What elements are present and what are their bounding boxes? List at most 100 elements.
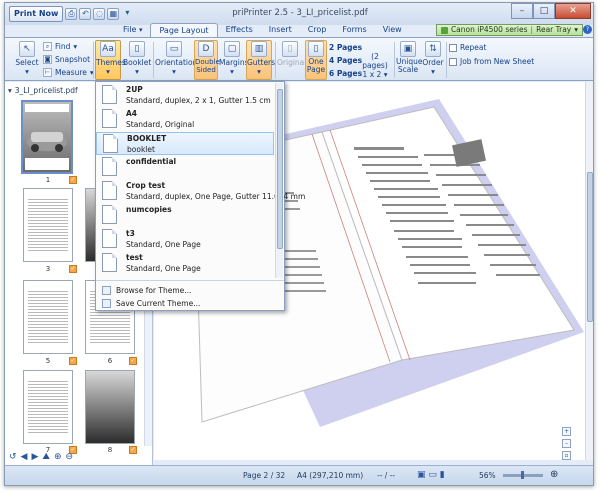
margins-label: Margins: [219, 58, 249, 67]
theme-name: numcopies: [126, 205, 172, 214]
tab-page-layout[interactable]: Page Layout: [150, 23, 218, 37]
theme-item-selected[interactable]: BOOKLET booklet: [96, 132, 274, 155]
themes-button[interactable]: Aa Themes ▾: [95, 40, 126, 80]
margins-icon: ▢: [224, 41, 240, 57]
page-icon: [102, 85, 117, 104]
page-thumbnail[interactable]: [23, 370, 73, 444]
chevron-down-icon: ▾: [230, 67, 234, 76]
mountain-icon[interactable]: ⛰: [42, 452, 50, 462]
theme-name: t3: [126, 229, 135, 238]
tab-crop[interactable]: Crop: [300, 23, 335, 37]
forward-icon[interactable]: ▶: [31, 452, 38, 462]
gutters-icon: ▥: [251, 41, 267, 57]
scrollbar-thumb[interactable]: [587, 172, 593, 322]
printer-icon[interactable]: ⎙: [65, 8, 78, 20]
page-thumbnail[interactable]: [23, 188, 73, 262]
app-window: Print Now ⎙ ↶ ◌ ▦ ▾ priPrinter 2.5 - 3_L…: [4, 2, 594, 486]
double-sided-button[interactable]: D Double Sided: [194, 40, 220, 80]
tab-file[interactable]: File ▾: [115, 23, 150, 37]
theme-description: booklet: [127, 145, 155, 154]
checkmark-icon[interactable]: ✓: [69, 265, 77, 273]
fit-icon[interactable]: ▫: [562, 451, 571, 460]
view-mode-icons[interactable]: ▣ ▭ ▮: [417, 470, 445, 480]
order-button[interactable]: ⇅ Order ▾: [422, 41, 444, 79]
multi-pages-dropdown[interactable]: (2 pages) 1 x 2 ▾: [358, 52, 392, 79]
page-thumbnail[interactable]: [85, 370, 135, 444]
theme-item[interactable]: t3 Standard, One Page: [96, 228, 274, 251]
grid-icon[interactable]: ▦: [107, 8, 120, 20]
page-icon: [103, 134, 118, 153]
checkmark-icon[interactable]: ✓: [129, 357, 137, 365]
orientation-button[interactable]: ▭ Orientation ▾: [155, 41, 197, 79]
page-thumbnail[interactable]: [23, 280, 73, 354]
unique-scale-button[interactable]: ▣ Unique Scale: [396, 41, 422, 79]
original-button[interactable]: ▯ Original: [277, 41, 307, 79]
browse-theme-button[interactable]: Browse for Theme...: [102, 286, 191, 295]
preview-scrollbar[interactable]: [585, 82, 593, 460]
zoom-out-icon[interactable]: ⊖: [66, 452, 74, 462]
print-now-button[interactable]: Print Now: [9, 6, 64, 22]
zoom-out-icon[interactable]: –: [562, 439, 571, 448]
page-number: 3: [45, 265, 51, 273]
theme-item[interactable]: A4 Standard, Original: [96, 108, 274, 131]
gutters-button[interactable]: ▥ Gutters ▾: [246, 40, 275, 80]
file-node[interactable]: ▾ 3_LI_pricelist.pdf: [8, 86, 78, 95]
printer-tray: Rear Tray: [536, 25, 572, 34]
rotate-icon[interactable]: ↺: [9, 452, 17, 462]
close-button[interactable]: ✕: [555, 3, 591, 19]
theme-item[interactable]: test Standard, One Page: [96, 252, 274, 275]
job-from-new-sheet-checkbox[interactable]: Job from New Sheet: [449, 57, 534, 66]
theme-item[interactable]: 2UP Standard, duplex, 2 x 1, Gutter 1.5 …: [96, 84, 274, 107]
back-icon[interactable]: ◀: [21, 452, 28, 462]
order-label: Order: [422, 58, 444, 67]
customize-qat-icon[interactable]: ▾: [121, 8, 133, 20]
select-button[interactable]: ↖ Select ▾: [15, 41, 39, 79]
zoom-controls: + – ▫: [562, 427, 571, 460]
snapshot-button[interactable]: ◙ Snapshot: [43, 55, 90, 64]
checkmark-icon[interactable]: ✓: [129, 446, 137, 454]
tab-view[interactable]: View: [375, 23, 410, 37]
theme-name: confidential: [126, 157, 177, 166]
page-thumbnail[interactable]: [21, 100, 73, 174]
minimize-button[interactable]: –: [511, 3, 533, 19]
theme-description: Standard, duplex, 2 x 1, Gutter 1.5 cm: [126, 96, 271, 105]
checkmark-icon[interactable]: ✓: [69, 357, 77, 365]
window-title: priPrinter 2.5 - 3_LI_pricelist.pdf: [232, 8, 368, 18]
theme-name: BOOKLET: [127, 134, 167, 143]
theme-item[interactable]: confidential: [96, 156, 274, 179]
theme-item[interactable]: Crop test Standard, duplex, One Page, Gu…: [96, 180, 305, 203]
find-button[interactable]: ⌕ Find ▾: [43, 42, 77, 51]
zoom-plus-icon[interactable]: ⊕: [550, 469, 558, 480]
repeat-checkbox[interactable]: Repeat: [449, 43, 486, 52]
zoom-in-icon[interactable]: +: [562, 427, 571, 436]
zoom-slider[interactable]: [503, 471, 543, 479]
page-icon: [102, 181, 117, 200]
zoom-in-icon[interactable]: ⊕: [54, 452, 62, 462]
help-icon[interactable]: ?: [583, 25, 592, 34]
zoom-level: 56%: [479, 471, 496, 480]
maximize-button[interactable]: □: [533, 3, 555, 19]
tab-insert[interactable]: Insert: [261, 23, 300, 37]
measure-button[interactable]: ⊢ Measure ▾: [43, 68, 94, 77]
one-page-button[interactable]: ▯ One Page: [305, 40, 327, 80]
theme-item[interactable]: numcopies: [96, 204, 274, 227]
chevron-down-icon: ▾: [257, 67, 261, 76]
save-theme-button[interactable]: Save Current Theme...: [102, 299, 200, 308]
margins-button[interactable]: ▢ Margins ▾: [219, 41, 249, 79]
scrollbar-thumb[interactable]: [277, 89, 283, 249]
booklet-button[interactable]: ▯ Booklet ▾: [123, 41, 151, 79]
themes-scrollbar[interactable]: [275, 83, 283, 278]
tab-effects[interactable]: Effects: [218, 23, 261, 37]
themes-icon: Aa: [100, 41, 116, 57]
original-label: Original: [277, 58, 307, 67]
two-pages-button[interactable]: 2 Pages: [329, 43, 362, 52]
printer-status-icon: [440, 26, 448, 34]
printer-name: Canon iP4500 series: [450, 25, 528, 34]
globe-icon[interactable]: ◌: [93, 8, 106, 20]
ribbon-separator: [446, 42, 447, 78]
undo-icon[interactable]: ↶: [79, 8, 92, 20]
pages-count-label: (2 pages): [362, 52, 388, 70]
checkmark-icon[interactable]: ✓: [69, 176, 77, 184]
printer-selector[interactable]: Canon iP4500 series | Rear Tray ▾: [435, 24, 583, 36]
tab-forms[interactable]: Forms: [334, 23, 374, 37]
